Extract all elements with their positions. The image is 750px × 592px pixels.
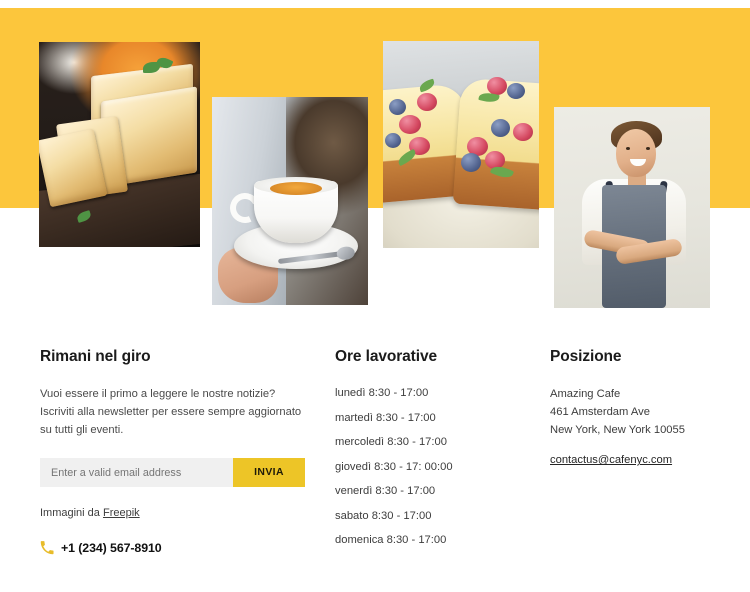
newsletter-heading: Rimani nel giro bbox=[40, 348, 151, 365]
face bbox=[616, 129, 656, 177]
image-credit-prefix: Immagini da bbox=[40, 507, 103, 520]
hours-item-tuesday: martedì 8:30 - 17:00 bbox=[335, 411, 436, 424]
hours-item-sunday: domenica 8:30 - 17:00 bbox=[335, 534, 447, 547]
email-input[interactable] bbox=[40, 458, 233, 488]
city-state-zip: New York, New York 10055 bbox=[550, 424, 685, 437]
working-hours-column: Ore lavorative lunedì 8:30 - 17:00 marte… bbox=[335, 348, 535, 557]
hero-photo-sliced-cake-loaf bbox=[39, 42, 200, 247]
image-credit: Immagini da Freepik bbox=[40, 507, 310, 519]
hours-item-friday: venerdì 8:30 - 17:00 bbox=[335, 485, 436, 498]
bread-photo-background bbox=[39, 42, 200, 247]
location-heading: Posizione bbox=[550, 348, 622, 365]
raspberry-5 bbox=[513, 123, 533, 141]
blueberry-4 bbox=[491, 119, 510, 137]
blueberry-2 bbox=[385, 133, 401, 148]
hero-section bbox=[0, 0, 750, 315]
phone-number: +1 (234) 567-8910 bbox=[61, 541, 162, 556]
freepik-link[interactable]: Freepik bbox=[103, 507, 140, 519]
hours-item-thursday: giovedì 8:30 - 17: 00:00 bbox=[335, 460, 453, 473]
hero-photo-cheesecake-slices bbox=[383, 41, 539, 248]
newsletter-signup-form: INVIA bbox=[40, 458, 305, 488]
eye-left bbox=[626, 147, 630, 150]
footer-section: Rimani nel giro Vuoi essere il primo a l… bbox=[0, 315, 750, 592]
blueberry-5 bbox=[461, 153, 481, 172]
venue-name: Amazing Cafe bbox=[550, 388, 621, 400]
person-photo-background bbox=[554, 107, 710, 308]
working-hours-heading: Ore lavorative bbox=[335, 348, 437, 365]
blueberry-1 bbox=[389, 99, 406, 115]
page-root: Rimani nel giro Vuoi essere il primo a l… bbox=[0, 0, 750, 592]
street-address: 461 Amsterdam Ave bbox=[550, 406, 650, 419]
raspberry-2 bbox=[399, 115, 421, 134]
contact-email-link[interactable]: contactus@cafenyc.com bbox=[550, 454, 672, 466]
hero-photo-coffee-cup bbox=[212, 97, 368, 305]
newsletter-body-text: Vuoi essere il primo a leggere le nostre… bbox=[40, 388, 302, 437]
cake-photo-background bbox=[383, 41, 539, 248]
coffee-photo-background bbox=[212, 97, 368, 305]
submit-newsletter-button[interactable]: INVIA bbox=[233, 458, 305, 488]
hours-item-saturday: sabato 8:30 - 17:00 bbox=[335, 509, 432, 522]
hours-item-monday: lunedì 8:30 - 17:00 bbox=[335, 387, 429, 399]
newsletter-column: Rimani nel giro Vuoi essere il primo a l… bbox=[40, 348, 310, 555]
blueberry-3 bbox=[507, 83, 525, 99]
phone-handset-icon bbox=[40, 541, 54, 555]
phone-row[interactable]: +1 (234) 567-8910 bbox=[40, 541, 310, 555]
hero-photo-baker-portrait bbox=[554, 107, 710, 308]
hours-item-wednesday: mercoledì 8:30 - 17:00 bbox=[335, 436, 447, 449]
eye-right bbox=[646, 147, 650, 150]
raspberry-1 bbox=[417, 93, 437, 111]
espresso-crema bbox=[270, 182, 322, 195]
location-column: Posizione Amazing Cafe 461 Amsterdam Ave… bbox=[550, 348, 740, 468]
working-hours-list: lunedì 8:30 - 17:00 martedì 8:30 - 17:00… bbox=[335, 385, 535, 549]
